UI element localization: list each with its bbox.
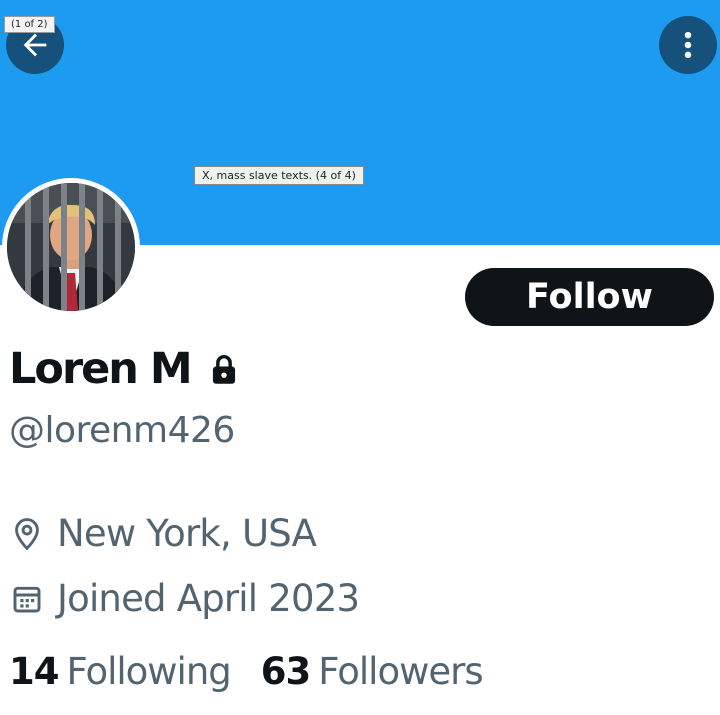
follow-button[interactable]: Follow <box>465 268 714 326</box>
followers-link[interactable]: 63 Followers <box>260 650 484 693</box>
avatar[interactable] <box>2 178 140 316</box>
location-pin-icon <box>11 517 45 551</box>
display-name: Loren M <box>9 344 193 394</box>
display-name-row: Loren M <box>9 344 239 394</box>
more-vertical-icon <box>684 31 692 59</box>
location-text: New York, USA <box>57 512 317 555</box>
following-label: Following <box>66 650 232 693</box>
joined-row: Joined April 2023 <box>11 577 360 620</box>
username-handle: @lorenm426 <box>9 410 235 451</box>
follow-stats: 14 Following 63 Followers <box>9 650 484 693</box>
more-options-button[interactable] <box>659 16 717 74</box>
following-count: 14 <box>9 650 59 693</box>
image-caption: X, mass slave texts. (4 of 4) <box>194 166 364 185</box>
profile-photo <box>7 183 135 311</box>
followers-label: Followers <box>318 650 483 693</box>
calendar-icon <box>11 583 45 615</box>
followers-count: 63 <box>260 650 311 693</box>
page-indicator: (1 of 2) <box>4 16 55 33</box>
arrow-left-icon <box>23 33 47 57</box>
lock-icon <box>209 353 239 385</box>
location-row: New York, USA <box>11 512 317 555</box>
following-link[interactable]: 14 Following <box>9 650 232 693</box>
joined-date-text: Joined April 2023 <box>57 577 360 620</box>
